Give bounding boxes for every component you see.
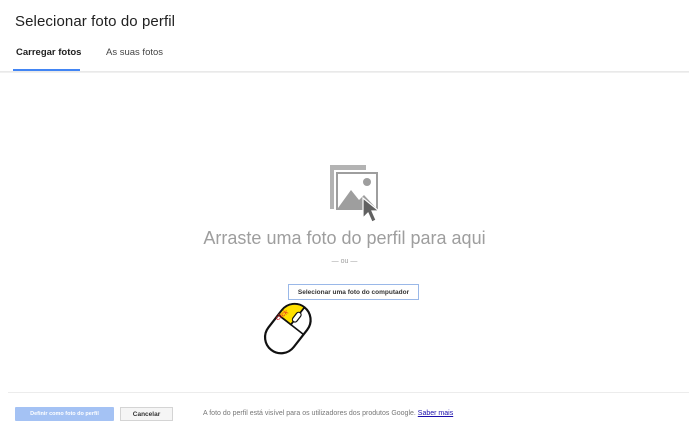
cancel-button[interactable]: Cancelar: [120, 407, 173, 421]
tab-bar: Carregar fotos As suas fotos: [0, 38, 689, 72]
set-profile-photo-button[interactable]: Definir como foto do perfil: [15, 407, 114, 421]
drop-zone-text: Arraste uma foto do perfil para aqui: [203, 228, 486, 248]
image-upload-icon: [330, 165, 381, 223]
footer-divider: [8, 392, 689, 393]
mouse-click-icon: click: [263, 302, 312, 355]
footer-note-text: A foto do perfil está visível para os ut…: [203, 410, 416, 417]
footer-note: A foto do perfil está visível para os ut…: [203, 410, 453, 417]
learn-more-link[interactable]: Saber mais: [418, 410, 453, 417]
tab-as-suas-fotos[interactable]: As suas fotos: [106, 47, 163, 58]
dialog-title: Selecionar foto do perfil: [15, 13, 176, 30]
tabs-divider: [0, 71, 689, 73]
tab-carregar-fotos[interactable]: Carregar fotos: [16, 47, 81, 58]
or-separator: — ou —: [331, 258, 358, 265]
